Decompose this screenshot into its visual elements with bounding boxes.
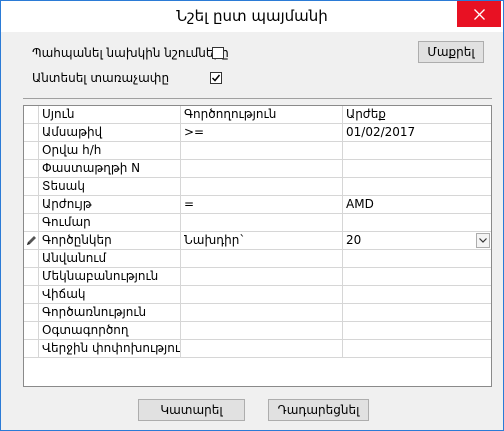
row-indicator [24,286,39,304]
value-dropdown-button[interactable] [476,233,490,248]
cell-operation[interactable] [181,160,343,178]
cell-value[interactable] [343,214,491,232]
cell-operation[interactable] [181,214,343,232]
row-indicator [24,304,39,322]
cell-operation[interactable]: >= [181,124,343,142]
cell-operation[interactable] [181,142,343,160]
keep-previous-checkbox[interactable] [212,47,224,59]
cell-operation[interactable] [181,304,343,322]
cell-value[interactable] [343,286,491,304]
cell-column[interactable]: Տեսակ [39,178,181,196]
row-indicator [24,232,39,250]
cell-value[interactable]: 01/02/2017 [343,124,491,142]
conditions-grid[interactable]: Սյուն Գործողություն Արժեք Ամսաթիվ >= 01/02… [23,105,492,387]
dialog-window: Նշել ըստ պայմանի Պահպանել նախկին նշումնե… [0,0,504,431]
cell-column[interactable]: Վերջին փոփոխություն [39,340,181,358]
table-row[interactable]: Օգտագործող [24,322,491,340]
cell-operation[interactable] [181,178,343,196]
cell-column[interactable]: Օգտագործող [39,322,181,340]
cancel-button[interactable]: Դադարեցնել [268,399,369,421]
cell-column[interactable]: Գումար [39,214,181,232]
ignore-case-label: Անտեսել տառաչափը [32,71,170,85]
row-indicator [24,142,39,160]
title-bar: Նշել ըստ պայմանի [1,1,503,32]
table-row[interactable]: Արժույթ = AMD [24,196,491,214]
row-indicator [24,250,39,268]
cell-operation[interactable] [181,340,343,358]
table-row[interactable]: Տեսակ [24,178,491,196]
clear-button[interactable]: Մաքրել [418,41,484,63]
cell-column[interactable]: Արժույթ [39,196,181,214]
cell-value[interactable] [343,340,491,358]
cell-operation[interactable]: Նախդիր` [181,232,343,250]
grid-header-row: Սյուն Գործողություն Արժեք [24,106,491,124]
cell-column[interactable]: Անվանում [39,250,181,268]
column-header-operation[interactable]: Գործողություն [181,106,343,124]
row-indicator [24,124,39,142]
cell-value[interactable] [343,250,491,268]
cell-column[interactable]: Գործընկեր [39,232,181,250]
table-row[interactable]: Անվանում [24,250,491,268]
row-indicator [24,178,39,196]
dialog-title: Նշել ըստ պայմանի [176,7,328,25]
column-header-column[interactable]: Սյուն [39,106,181,124]
table-row[interactable]: Գործառնություն [24,304,491,322]
cell-column[interactable]: Մեկնաբանություն [39,268,181,286]
row-indicator [24,214,39,232]
pencil-icon [27,236,36,245]
divider [23,98,492,99]
chevron-down-icon [479,238,487,243]
table-row[interactable]: Գումար [24,214,491,232]
row-indicator [24,322,39,340]
close-icon [473,8,485,20]
table-row[interactable]: Օրվա հ/հ [24,142,491,160]
table-row[interactable]: Վիճակ [24,286,491,304]
table-row[interactable]: Մեկնաբանություն [24,268,491,286]
row-indicator [24,340,39,358]
row-indicator [24,268,39,286]
row-indicator [24,160,39,178]
cell-value[interactable]: 20 [343,232,491,250]
table-row[interactable]: Ամսաթիվ >= 01/02/2017 [24,124,491,142]
cell-value[interactable] [343,142,491,160]
table-row[interactable]: Վերջին փոփոխություն [24,340,491,358]
row-indicator [24,196,39,214]
column-header-value[interactable]: Արժեք [343,106,491,124]
cell-column[interactable]: Ամսաթիվ [39,124,181,142]
cell-column[interactable]: Վիճակ [39,286,181,304]
cell-operation[interactable] [181,250,343,268]
cell-value[interactable] [343,160,491,178]
table-row[interactable]: Գործընկեր Նախդիր` 20 [24,232,491,250]
keep-previous-label: Պահպանել նախկին նշումները [32,46,229,60]
cell-column[interactable]: Գործառնություն [39,304,181,322]
cell-value[interactable] [343,322,491,340]
cell-operation[interactable]: = [181,196,343,214]
cell-column[interactable]: Փաստաթղթի N [39,160,181,178]
cell-value[interactable] [343,178,491,196]
checkmark-icon [211,74,221,82]
cell-column[interactable]: Օրվա հ/հ [39,142,181,160]
run-button[interactable]: Կատարել [138,399,245,421]
table-row[interactable]: Փաստաթղթի N [24,160,491,178]
cell-value[interactable]: AMD [343,196,491,214]
cell-operation[interactable] [181,286,343,304]
value-select-text: 20 [346,233,362,247]
cell-operation[interactable] [181,268,343,286]
ignore-case-checkbox[interactable] [210,72,222,84]
row-indicator-header [24,106,39,124]
dialog-body: Պահպանել նախկին նշումները Անտեսել տառաչա… [1,32,503,430]
cell-value[interactable] [343,304,491,322]
cell-operation[interactable] [181,322,343,340]
cell-value[interactable] [343,268,491,286]
close-button[interactable] [457,1,501,27]
